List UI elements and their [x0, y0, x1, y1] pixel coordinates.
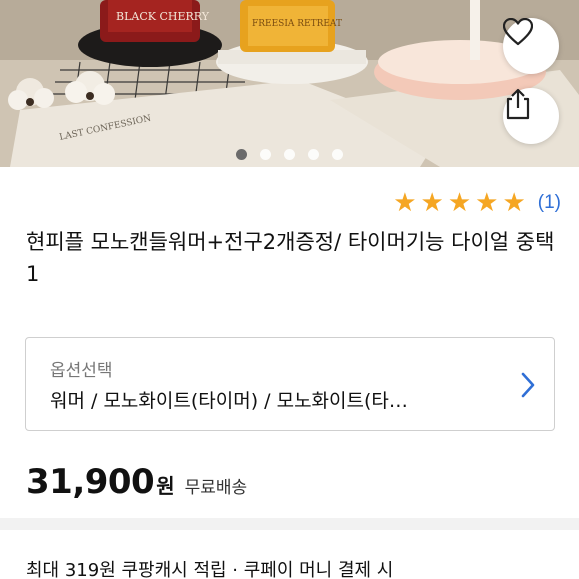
option-selector[interactable]: 옵션선택 워머 / 모노화이트(타이머) / 모노화이트(타… [25, 337, 555, 431]
chevron-right-icon [521, 372, 535, 398]
star-icon: ★ [420, 188, 444, 218]
share-button[interactable] [503, 88, 559, 144]
price-amount: 31,900 [26, 462, 155, 502]
section-divider [0, 518, 579, 530]
carousel-dot[interactable] [332, 149, 343, 160]
price-unit: 원 [156, 474, 175, 498]
review-count-link[interactable]: (1) [538, 192, 561, 214]
carousel-dot[interactable] [308, 149, 319, 160]
shipping-badge: 무료배송 [184, 478, 248, 498]
product-photo: LAST CONFESSION BLACK CHERRY FREESIA RET… [0, 0, 579, 167]
wishlist-button[interactable] [503, 18, 559, 74]
heart-outline-icon [503, 18, 533, 46]
jar-label-2: FREESIA RETREAT [252, 19, 342, 29]
star-icon: ★ [502, 188, 526, 218]
rating-row[interactable]: ★ ★ ★ ★ ★ (1) [393, 190, 561, 216]
option-label: 옵션선택 [50, 361, 113, 381]
option-value: 워머 / 모노화이트(타이머) / 모노화이트(타… [50, 390, 408, 412]
carousel-dot[interactable] [260, 149, 271, 160]
carousel-indicator [0, 149, 579, 160]
star-icon: ★ [475, 188, 499, 218]
product-image[interactable]: LAST CONFESSION BLACK CHERRY FREESIA RET… [0, 0, 579, 167]
jar-label-1: BLACK CHERRY [116, 10, 210, 23]
star-icon: ★ [393, 188, 417, 218]
product-title: 현피플 모노캔들워머+전구2개증정/ 타이머기능 다이얼 중택1 [26, 230, 555, 286]
price-row: 31,900 원 무료배송 [26, 462, 247, 502]
cash-reward-note: 최대 319원 쿠팡캐시 적립 · 쿠페이 머니 결제 시 [26, 560, 394, 579]
share-icon [506, 88, 530, 120]
carousel-dot[interactable] [236, 149, 247, 160]
star-icon: ★ [447, 188, 472, 218]
carousel-dot[interactable] [284, 149, 295, 160]
